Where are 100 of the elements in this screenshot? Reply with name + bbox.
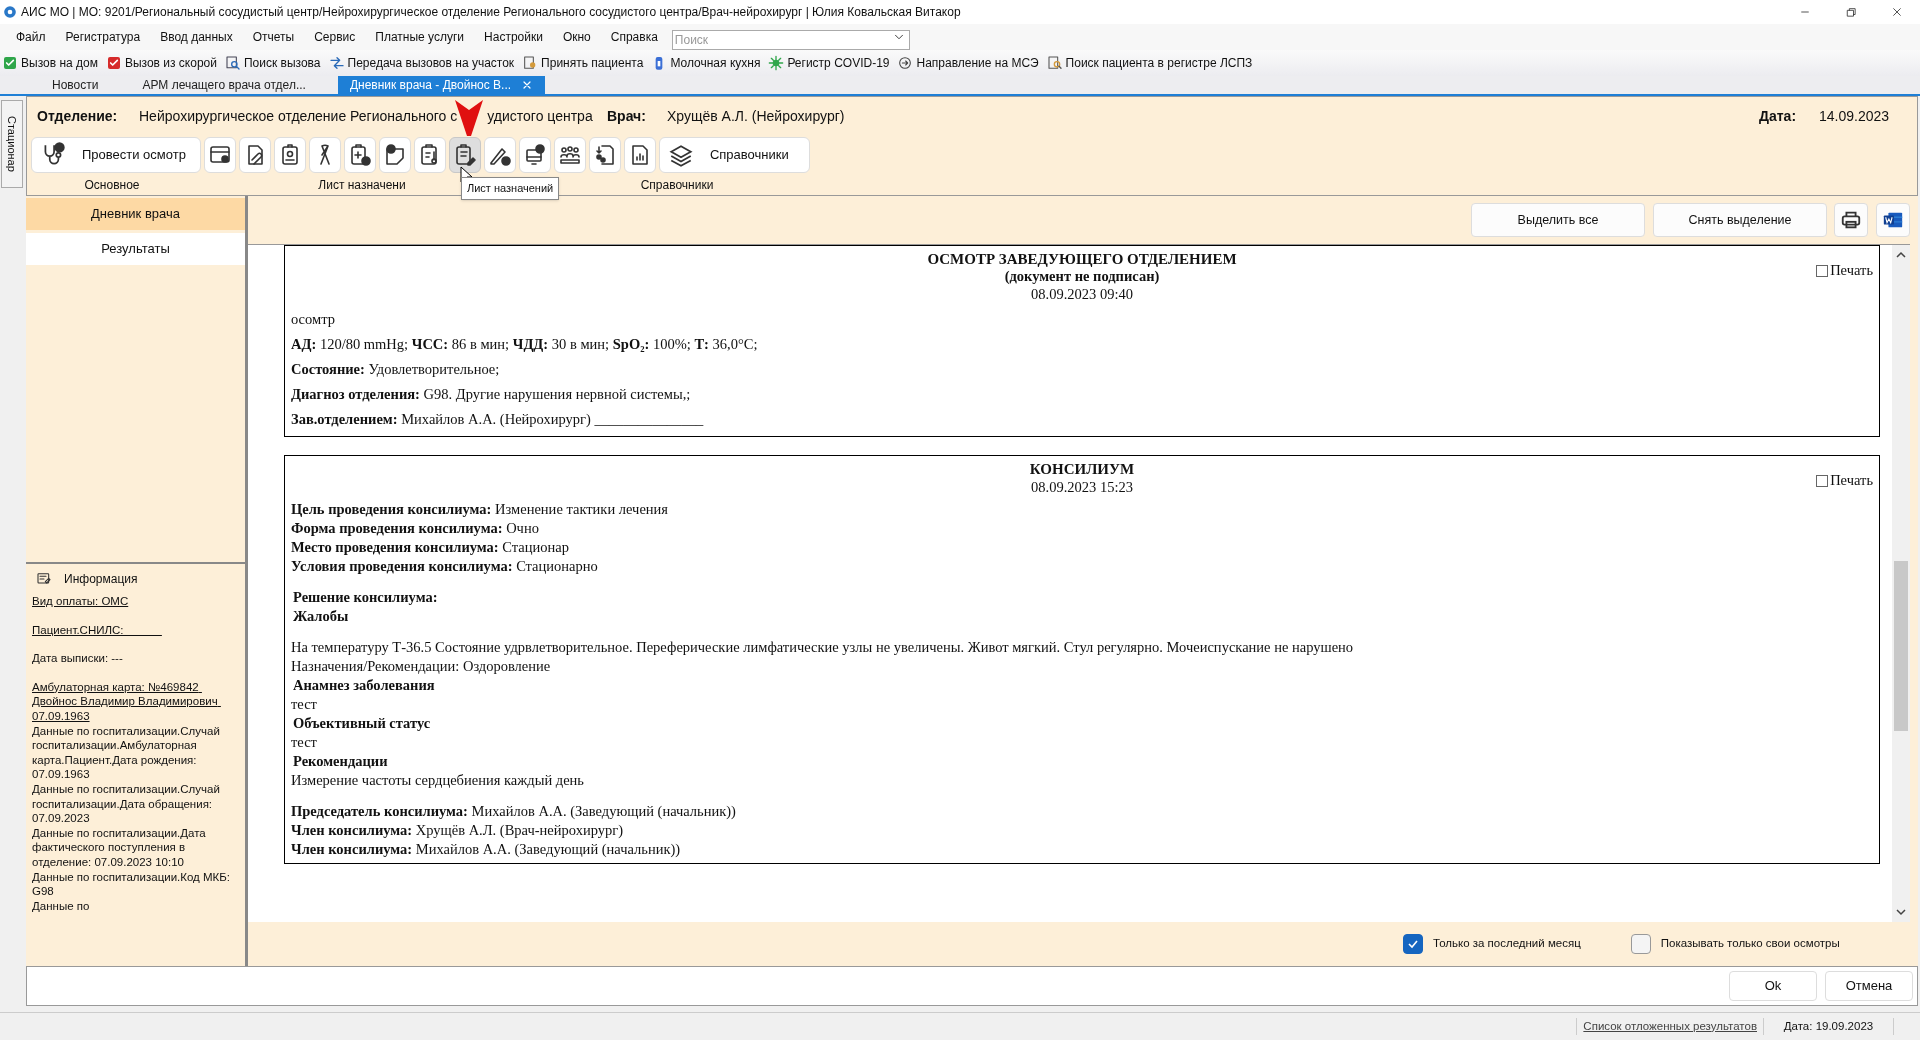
- info-link[interactable]: Вид оплаты: ОМС: [32, 594, 239, 609]
- toolbar-button[interactable]: Регистр COVID-19: [787, 54, 890, 72]
- toolbar-icon-button[interactable]: [623, 137, 656, 173]
- scroll-thumb[interactable]: [1894, 561, 1908, 731]
- action-button[interactable]: Снять выделение: [1653, 203, 1827, 237]
- menu-item[interactable]: Ввод данных: [150, 28, 243, 46]
- info-link[interactable]: Амбулаторная карта: №469842 Двойнос Владимир Владимирович 07.09.1963: [32, 679, 239, 724]
- document-text: осомтр: [291, 310, 335, 329]
- section-title: Информация: [64, 571, 138, 588]
- section-heading: Рекомендации: [292, 752, 388, 771]
- document-text: Назначения/Рекомендации: Оздоровление: [291, 657, 551, 676]
- toolbar-icon-button[interactable]: [308, 137, 341, 173]
- word-export-button[interactable]: [1876, 203, 1910, 237]
- print-checkbox[interactable]: [1816, 264, 1829, 277]
- check-icon[interactable]: [2, 55, 18, 71]
- window-title: АИС МО | МО: 9201/Региональный сосудистый центр/Нейрохирургическое отделение Регионального сосудистого центра/Врач-нейрохирург | Юлия Ковальская Витакор: [21, 4, 962, 21]
- tab[interactable]: Дневник врача - Двойнос В...: [337, 76, 546, 94]
- section-heading: Анамнез заболевания: [292, 676, 435, 695]
- document-text: Форма проведения консилиума: Очно: [291, 519, 539, 538]
- section-heading: Объективный статус: [292, 714, 431, 733]
- field-value: удистого центра: [487, 106, 593, 126]
- menu-item[interactable]: Регистратура: [55, 28, 151, 46]
- toolbar-icon-button[interactable]: [483, 137, 516, 173]
- menu-item[interactable]: Платные услуги: [365, 28, 475, 46]
- search-icon[interactable]: [1046, 55, 1063, 71]
- printer-icon: [1840, 209, 1862, 231]
- document-text: Измерение частоты сердцебиения каждый день: [291, 771, 584, 790]
- tab[interactable]: Новости: [40, 76, 111, 94]
- checkbox[interactable]: [1630, 934, 1651, 954]
- field-label: Дата:: [1759, 106, 1798, 126]
- nav-item[interactable]: Дневник врача: [26, 198, 245, 230]
- menu-item[interactable]: Сервис: [304, 28, 366, 46]
- field-label: Врач:: [607, 106, 647, 126]
- search-field[interactable]: Поиск: [671, 30, 910, 50]
- field-value: 14.09.2023: [1819, 106, 1891, 126]
- document-text: Член консилиума: Хрущёв А.Л. (Врач-нейрохирург): [291, 821, 623, 840]
- toolbar-icon-button[interactable]: [413, 137, 446, 173]
- examine-button[interactable]: Провести осмотр: [31, 137, 201, 173]
- menu-item[interactable]: Файл: [6, 28, 56, 46]
- side-tab[interactable]: Стационар: [1, 100, 23, 188]
- field-label: Отделение:: [37, 106, 119, 126]
- status-link[interactable]: Список отложенных результатов: [1576, 1017, 1764, 1036]
- checkbox[interactable]: [1403, 934, 1423, 954]
- toolbar-button[interactable]: Направление на МСЭ: [916, 54, 1039, 72]
- toolbar-icon-button[interactable]: [448, 137, 481, 173]
- info-text: Данные по: [32, 898, 91, 914]
- toolbar-button[interactable]: Принять пациента: [541, 54, 644, 72]
- scroll-down-icon[interactable]: [1895, 906, 1907, 918]
- scrollbar[interactable]: [1892, 245, 1910, 922]
- toolbar-button[interactable]: Молочная кухня: [670, 54, 761, 72]
- notes-icon: [36, 571, 52, 587]
- toolbar-icon-button[interactable]: [238, 137, 271, 173]
- search-icon[interactable]: [225, 55, 241, 71]
- document-text: Условия проведения консилиума: Стационарно: [291, 557, 598, 576]
- document-text: Диагноз отделения: G98. Другие нарушения нервной системы,;: [291, 385, 691, 404]
- info-text: Данные по госпитализации.Случай госпитализации.Амбулаторная карта.Пациент.Дата рождения: 07.09.1963: [32, 723, 221, 782]
- info-text: Данные по госпитализации.Код МКБ: G98: [32, 869, 232, 899]
- toolbar-icon-button[interactable]: [378, 137, 411, 173]
- check-icon[interactable]: [105, 55, 122, 71]
- nav-item[interactable]: Результаты: [26, 233, 245, 265]
- toolbar-icon-button[interactable]: [343, 137, 376, 173]
- toolbar-button[interactable]: Поиск пациента в регистре ЛСПЗ: [1065, 54, 1253, 72]
- reference-books-button[interactable]: Справочники: [658, 137, 810, 173]
- dialog-button[interactable]: Ok: [1729, 971, 1817, 1001]
- toolbar-icon-button[interactable]: [588, 137, 621, 173]
- document-text: Место проведения консилиума: Стационар: [291, 538, 569, 557]
- toolbar-button[interactable]: Передача вызовов на участок: [347, 54, 515, 72]
- toolbar-button[interactable]: Вызов на дом: [21, 54, 98, 72]
- document-text: тест: [291, 695, 317, 714]
- document-text: Председатель консилиума: Михайлов А.А. (Заведующий (начальник)): [291, 802, 736, 821]
- toolbar-icon-button[interactable]: [203, 137, 236, 173]
- info-text: Данные по госпитализации.Дата фактического поступления в отделение: 07.09.2023 10:10: [32, 825, 207, 870]
- info-link[interactable]: Пациент.СНИЛС:: [32, 622, 239, 638]
- print-button[interactable]: [1834, 203, 1868, 237]
- menu-item[interactable]: Окно: [552, 28, 601, 46]
- arrows-icon[interactable]: [328, 55, 345, 71]
- app-icon: [3, 5, 17, 19]
- info-text: Данные по госпитализации.Случай госпитализации.Дата обращения: 07.09.2023: [32, 781, 221, 826]
- print-checkbox[interactable]: [1816, 474, 1829, 487]
- toolbar-icon-button[interactable]: [518, 137, 551, 173]
- action-button[interactable]: Выделить все: [1471, 203, 1645, 237]
- menu-item[interactable]: Справка: [600, 28, 668, 46]
- document-text: Состояние: Удовлетворительное;: [291, 360, 500, 379]
- toolbar-icon-button[interactable]: [273, 137, 306, 173]
- checkbox-label: Печать: [1830, 471, 1873, 490]
- virus-icon[interactable]: [768, 55, 785, 71]
- tooltip: Лист назначений: [461, 177, 560, 200]
- toolbar-button[interactable]: Поиск вызова: [244, 54, 321, 72]
- checkbox-label: Показывать только свои осмотры: [1660, 936, 1840, 952]
- document-text: АД: 120/80 mmHg; ЧСС: 86 в мин; ЧДД: 30 в мин; SpO₂: 100%; Т: 36,0°С;: [291, 335, 758, 354]
- toolbar-button[interactable]: Вызов из скорой: [124, 54, 217, 72]
- dialog-button[interactable]: Отмена: [1825, 971, 1913, 1001]
- section-heading: Жалобы: [292, 607, 349, 626]
- menu-item[interactable]: Отчеты: [242, 28, 305, 46]
- document-title: КОНСИЛИУМ: [1029, 460, 1135, 478]
- menu-item[interactable]: Настройки: [474, 28, 553, 46]
- tab[interactable]: АРМ лечащего врача отдел...: [130, 76, 318, 94]
- toolbar-icon-button[interactable]: [553, 137, 586, 173]
- document-text: тест: [291, 733, 317, 752]
- field-value: Нейрохирургическое отделение Регионального с: [139, 106, 458, 126]
